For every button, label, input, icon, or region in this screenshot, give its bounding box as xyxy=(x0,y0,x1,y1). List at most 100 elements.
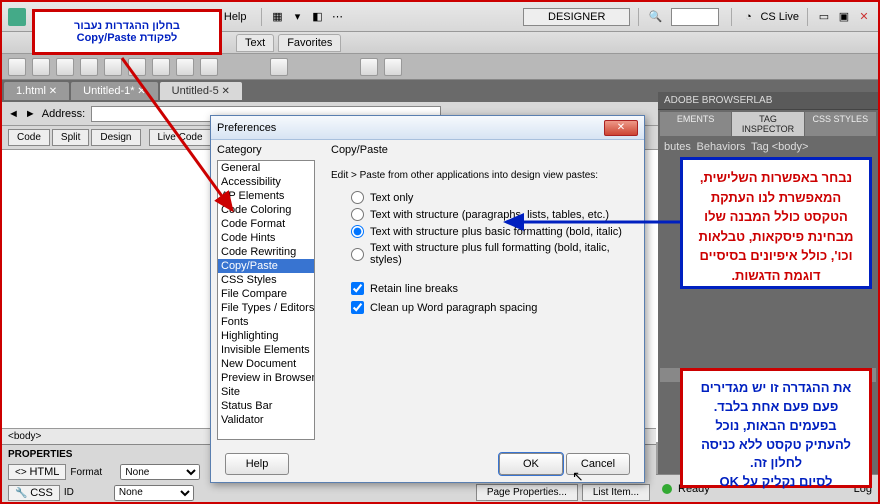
panel-heading: Copy/Paste xyxy=(331,144,634,156)
option-label: Text with structure (paragraphs, lists, … xyxy=(370,209,609,221)
props-css-mode[interactable]: 🔧 CSS xyxy=(8,485,60,501)
nav-fwd-icon[interactable]: ► xyxy=(25,108,36,120)
checkbox-input[interactable] xyxy=(351,282,364,295)
category-list[interactable]: GeneralAccessibilityAP ElementsCode Colo… xyxy=(217,160,315,440)
doc-tab-active[interactable]: Untitled-5 ✕ xyxy=(160,82,242,100)
main-toolbar xyxy=(2,54,878,80)
checkbox-input[interactable] xyxy=(351,301,364,314)
paste-option[interactable]: Text with structure plus full formatting… xyxy=(331,240,634,268)
tab-taginspector[interactable]: TAG INSPECTOR xyxy=(732,112,803,136)
category-item[interactable]: Code Coloring xyxy=(218,203,314,217)
mode-code[interactable]: Code xyxy=(8,129,50,146)
category-item[interactable]: CSS Styles xyxy=(218,273,314,287)
category-item[interactable]: Validator xyxy=(218,413,314,427)
category-item[interactable]: File Types / Editors xyxy=(218,301,314,315)
menu-help[interactable]: Help xyxy=(218,9,253,25)
category-item[interactable]: File Compare xyxy=(218,287,314,301)
tab-favorites[interactable]: Favorites xyxy=(278,34,341,52)
search-input[interactable] xyxy=(671,8,719,26)
doc-tab[interactable]: Untitled-1* ✕ xyxy=(71,82,158,100)
category-item[interactable]: Code Hints xyxy=(218,231,314,245)
callout-right-top: נבחר באפשרות השלישית, המאפשרת לנו העתקת … xyxy=(680,157,872,289)
cslive-icon[interactable]: ◔ xyxy=(740,9,756,25)
tool-icon[interactable] xyxy=(80,58,98,76)
close-icon[interactable]: ✕ xyxy=(856,9,872,25)
preferences-dialog: Preferences ✕ Category GeneralAccessibil… xyxy=(210,115,645,483)
radio-input[interactable] xyxy=(351,191,364,204)
tab-cssstyles[interactable]: CSS STYLES xyxy=(805,112,876,136)
option-label: Text with structure plus full formatting… xyxy=(370,242,634,266)
tool-icon[interactable] xyxy=(384,58,402,76)
nav-back-icon[interactable]: ◄ xyxy=(8,108,19,120)
radio-input[interactable] xyxy=(351,248,364,261)
tool-icon[interactable] xyxy=(176,58,194,76)
category-item[interactable]: Fonts xyxy=(218,315,314,329)
checkbox-label: Clean up Word paragraph spacing xyxy=(370,302,537,314)
page-properties-button[interactable]: Page Properties... xyxy=(476,484,578,501)
cslive-label[interactable]: CS Live xyxy=(760,11,799,23)
mode-livecode[interactable]: Live Code xyxy=(149,129,212,146)
category-item[interactable]: Code Rewriting xyxy=(218,245,314,259)
paste-option[interactable]: Text only xyxy=(331,189,634,206)
category-item[interactable]: AP Elements xyxy=(218,189,314,203)
paste-option[interactable]: Text with structure (paragraphs, lists, … xyxy=(331,206,634,223)
tool-icon[interactable] xyxy=(56,58,74,76)
paste-option[interactable]: Text with structure plus basic formattin… xyxy=(331,223,634,240)
tool-icon[interactable] xyxy=(152,58,170,76)
paste-checkbox[interactable]: Retain line breaks xyxy=(331,278,634,297)
tool-icon[interactable] xyxy=(270,58,288,76)
panel-browserlab[interactable]: ADOBE BROWSERLAB xyxy=(658,92,878,110)
radio-input[interactable] xyxy=(351,225,364,238)
tool-icon[interactable] xyxy=(32,58,50,76)
category-item[interactable]: Copy/Paste xyxy=(218,259,314,273)
close-icon[interactable]: ✕ xyxy=(604,120,638,136)
id-select[interactable]: None xyxy=(114,485,194,501)
workspace-switcher[interactable]: DESIGNER xyxy=(523,8,630,26)
search-icon: 🔍 xyxy=(647,9,663,25)
view-icon[interactable]: ◧ xyxy=(310,9,326,25)
mode-design[interactable]: Design xyxy=(91,129,140,146)
category-item[interactable]: Site xyxy=(218,385,314,399)
checkbox-label: Retain line breaks xyxy=(370,283,458,295)
options-icon[interactable]: ⋯ xyxy=(330,9,346,25)
paste-checkbox[interactable]: Clean up Word paragraph spacing xyxy=(331,297,634,316)
callout-top: בחלון ההגדרות נעבור לפקודת Copy/Paste xyxy=(32,9,222,55)
doc-tab[interactable]: 1.html ✕ xyxy=(4,82,69,100)
tool-icon[interactable] xyxy=(128,58,146,76)
separator xyxy=(731,8,732,26)
list-item-button[interactable]: List Item... xyxy=(582,484,650,501)
maximize-icon[interactable]: ▣ xyxy=(836,9,852,25)
category-item[interactable]: Invisible Elements xyxy=(218,343,314,357)
tool-icon[interactable] xyxy=(104,58,122,76)
format-select[interactable]: None xyxy=(120,464,200,480)
tool-icon[interactable] xyxy=(200,58,218,76)
option-label: Text only xyxy=(370,192,413,204)
dialog-titlebar[interactable]: Preferences ✕ xyxy=(211,116,644,140)
dialog-title: Preferences xyxy=(217,122,276,134)
layout-icon[interactable]: ▦ xyxy=(270,9,286,25)
cancel-button[interactable]: Cancel xyxy=(566,453,630,475)
mode-split[interactable]: Split xyxy=(52,129,89,146)
category-item[interactable]: Accessibility xyxy=(218,175,314,189)
minimize-icon[interactable]: ▭ xyxy=(816,9,832,25)
panel-description: Edit > Paste from other applications int… xyxy=(331,170,634,181)
ok-button[interactable]: OK xyxy=(499,453,563,475)
category-item[interactable]: Highlighting xyxy=(218,329,314,343)
category-item[interactable]: New Document xyxy=(218,357,314,371)
id-label: ID xyxy=(64,487,110,498)
tab-elements[interactable]: EMENTS xyxy=(660,112,731,136)
category-item[interactable]: General xyxy=(218,161,314,175)
radio-input[interactable] xyxy=(351,208,364,221)
option-label: Text with structure plus basic formattin… xyxy=(370,226,622,238)
tool-icon[interactable] xyxy=(8,58,26,76)
status-dot-icon xyxy=(662,484,672,494)
callout-right-bottom: את ההגדרה זו יש מגדירים פעם פעם אחת בלבד… xyxy=(680,368,872,488)
category-item[interactable]: Code Format xyxy=(218,217,314,231)
category-item[interactable]: Preview in Browser xyxy=(218,371,314,385)
category-item[interactable]: Status Bar xyxy=(218,399,314,413)
dropdown-icon[interactable]: ▾ xyxy=(290,9,306,25)
tab-text[interactable]: Text xyxy=(236,34,274,52)
help-button[interactable]: Help xyxy=(225,453,289,475)
props-html-mode[interactable]: <> HTML xyxy=(8,464,66,480)
tool-icon[interactable] xyxy=(360,58,378,76)
